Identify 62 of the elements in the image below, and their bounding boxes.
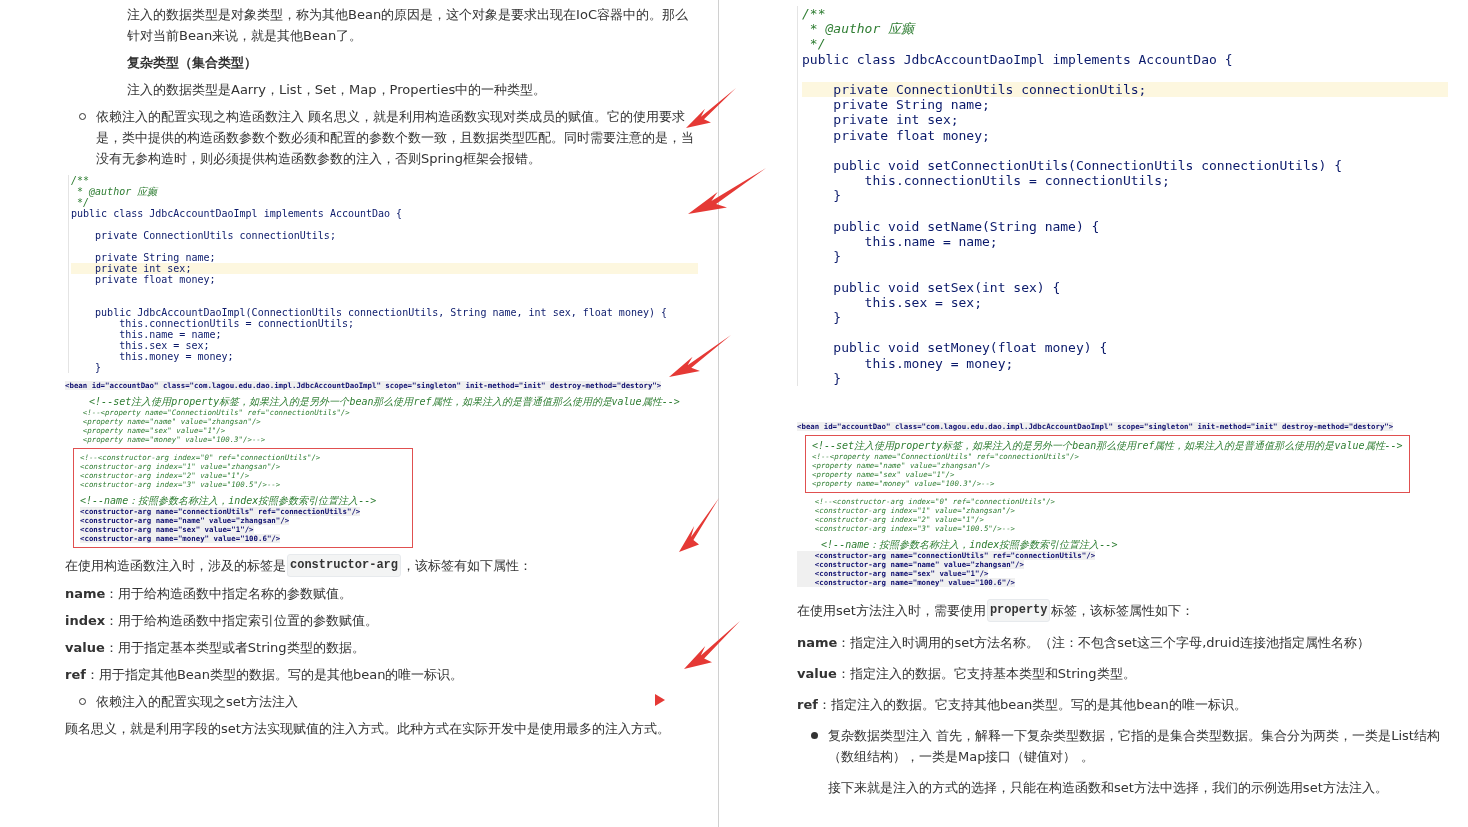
code-line: this.connectionUtils = connectionUtils; [119, 318, 355, 329]
code-line: } [832, 370, 843, 386]
code-line: } [832, 249, 843, 265]
paragraph: ref：用于指定其他Bean类型的数据。写的是其他bean的唯一标识。 [65, 666, 465, 684]
subheading: 复杂类型（集合类型） [126, 54, 258, 72]
annotation-arrow [679, 498, 719, 552]
list-item: 依赖注入的配置实现之set方法注入 [96, 693, 298, 711]
paragraph: 在使用set方法注入时，需要使用 [797, 602, 986, 620]
code-line: * @author 应癫 [76, 186, 159, 197]
paragraph: name：用于给构造函数中指定名称的参数赋值。 [65, 585, 354, 603]
code-line: * @author 应癫 [808, 21, 917, 37]
xml-line: <!--name：按照参数名称注入，index按照参数索引位置注入--> [820, 539, 1118, 551]
paragraph: ，该标签有如下属性： [402, 557, 533, 575]
paragraph: 顾名思义，就是利用字段的set方法实现赋值的注入方式。此种方式在实际开发中是使用最多的注入方式。 [65, 720, 671, 738]
bullet-icon [811, 732, 818, 739]
annotation-mark [655, 694, 665, 706]
annotation-arrow [669, 335, 731, 377]
code-line: public class JdbcAccountDaoImpl implements AccountDao { [71, 208, 404, 219]
xml-line: <!--name：按照参数名称注入，index按照参数索引位置注入--> [80, 495, 377, 507]
code-line: /** [71, 175, 91, 186]
inline-code: property [986, 599, 1051, 622]
paragraph: 在使用构造函数注入时，涉及的标签是 [65, 557, 286, 575]
code-line: */ [808, 36, 827, 52]
paragraph: name：指定注入时调用的set方法名称。（注：不包含set这三个字母,druid连接池指定属性名称） [797, 634, 1371, 652]
paragraph: 注入的数据类型是Aarry，List，Set，Map，Properties中的一种类型。 [126, 81, 548, 99]
code-line: private ConnectionUtils connectionUtils; [94, 230, 337, 241]
code-line: this.connectionUtils = connectionUtils; [863, 173, 1171, 189]
code-line: public void setSex(int sex) { [832, 279, 1062, 295]
code-line: */ [76, 197, 91, 208]
code-line: this.name = name; [118, 329, 223, 340]
code-line: this.sex = sex; [118, 340, 211, 351]
code-line: public void setMoney(float money) { [832, 340, 1109, 356]
xml-line: <!--set注入使用property标签，如果注入的是另外一个bean那么使用ref属性，如果注入的是普通值那么使用的是value属性--> [812, 440, 1403, 452]
code-line: private float money; [832, 127, 991, 143]
list-item: 复杂数据类型注入 首先，解释一下复杂类型数据，它指的是集合类型数据。集合分为两类，一类是List结构（数组结构），一类是Map接口（键值对） 。 [828, 727, 1441, 766]
code-line: this.sex = sex; [864, 294, 983, 310]
code-line: } [94, 362, 103, 373]
code-line: private String name; [94, 252, 217, 263]
code-line: private int sex; [832, 112, 960, 128]
code-line: /** [802, 6, 827, 22]
code-line: private float money; [94, 274, 217, 285]
code-line: public class JdbcAccountDaoImpl implements AccountDao { [802, 51, 1234, 67]
code-line: } [832, 310, 843, 326]
code-line: public void setConnectionUtils(ConnectionUtils connectionUtils) { [832, 158, 1344, 174]
list-item: 依赖注入的配置实现之构造函数注入 顾名思义，就是利用构造函数实现对类成员的赋值。它的使用要求是，类中提供的构造函数参数个数必须和配置的参数个数一致，且数据类型匹配。同时需要注意的是，当没有无参构造时，则必须提供构造函数参数的注入，否则Spring框架会报错。 [96, 108, 695, 168]
annotation-arrow [684, 621, 740, 669]
code-line: this.money = money; [863, 355, 1015, 371]
paragraph: index：用于给构造函数中指定索引位置的参数赋值。 [65, 612, 380, 630]
code-line: this.money = money; [118, 351, 235, 362]
paragraph: 注入的数据类型是对象类型，称为其他Bean的原因是，这个对象是要求出现在IoC容器中的。那么针对当前Bean来说，就是其他Bean了。 [126, 6, 689, 45]
xml-line: <!--set注入使用property标签，如果注入的是另外一个bean那么使用ref属性，如果注入的是普通值那么使用的是value属性--> [88, 396, 680, 408]
code-line: this.name = name; [863, 234, 999, 250]
code-line: } [832, 188, 843, 204]
code-line: public JdbcAccountDaoImpl(ConnectionUtils connectionUtils, String name, int sex, float money) { [94, 307, 669, 318]
paragraph: 接下来就是注入的方式的选择，只能在构造函数和set方法中选择，我们的示例选用set方法注入。 [827, 779, 1389, 797]
code-line: public void setName(String name) { [832, 218, 1101, 234]
inline-code: constructor-arg [287, 554, 402, 577]
paragraph: 标签，该标签属性如下： [1051, 602, 1195, 620]
paragraph: value：用于指定基本类型或者String类型的数据。 [65, 639, 366, 657]
paragraph: value：指定注入的数据。它支持基本类型和String类型。 [797, 665, 1137, 683]
code-line: private String name; [832, 97, 991, 113]
paragraph: ref：指定注入的数据。它支持其他bean类型。写的是其他bean的唯一标识。 [797, 696, 1248, 714]
